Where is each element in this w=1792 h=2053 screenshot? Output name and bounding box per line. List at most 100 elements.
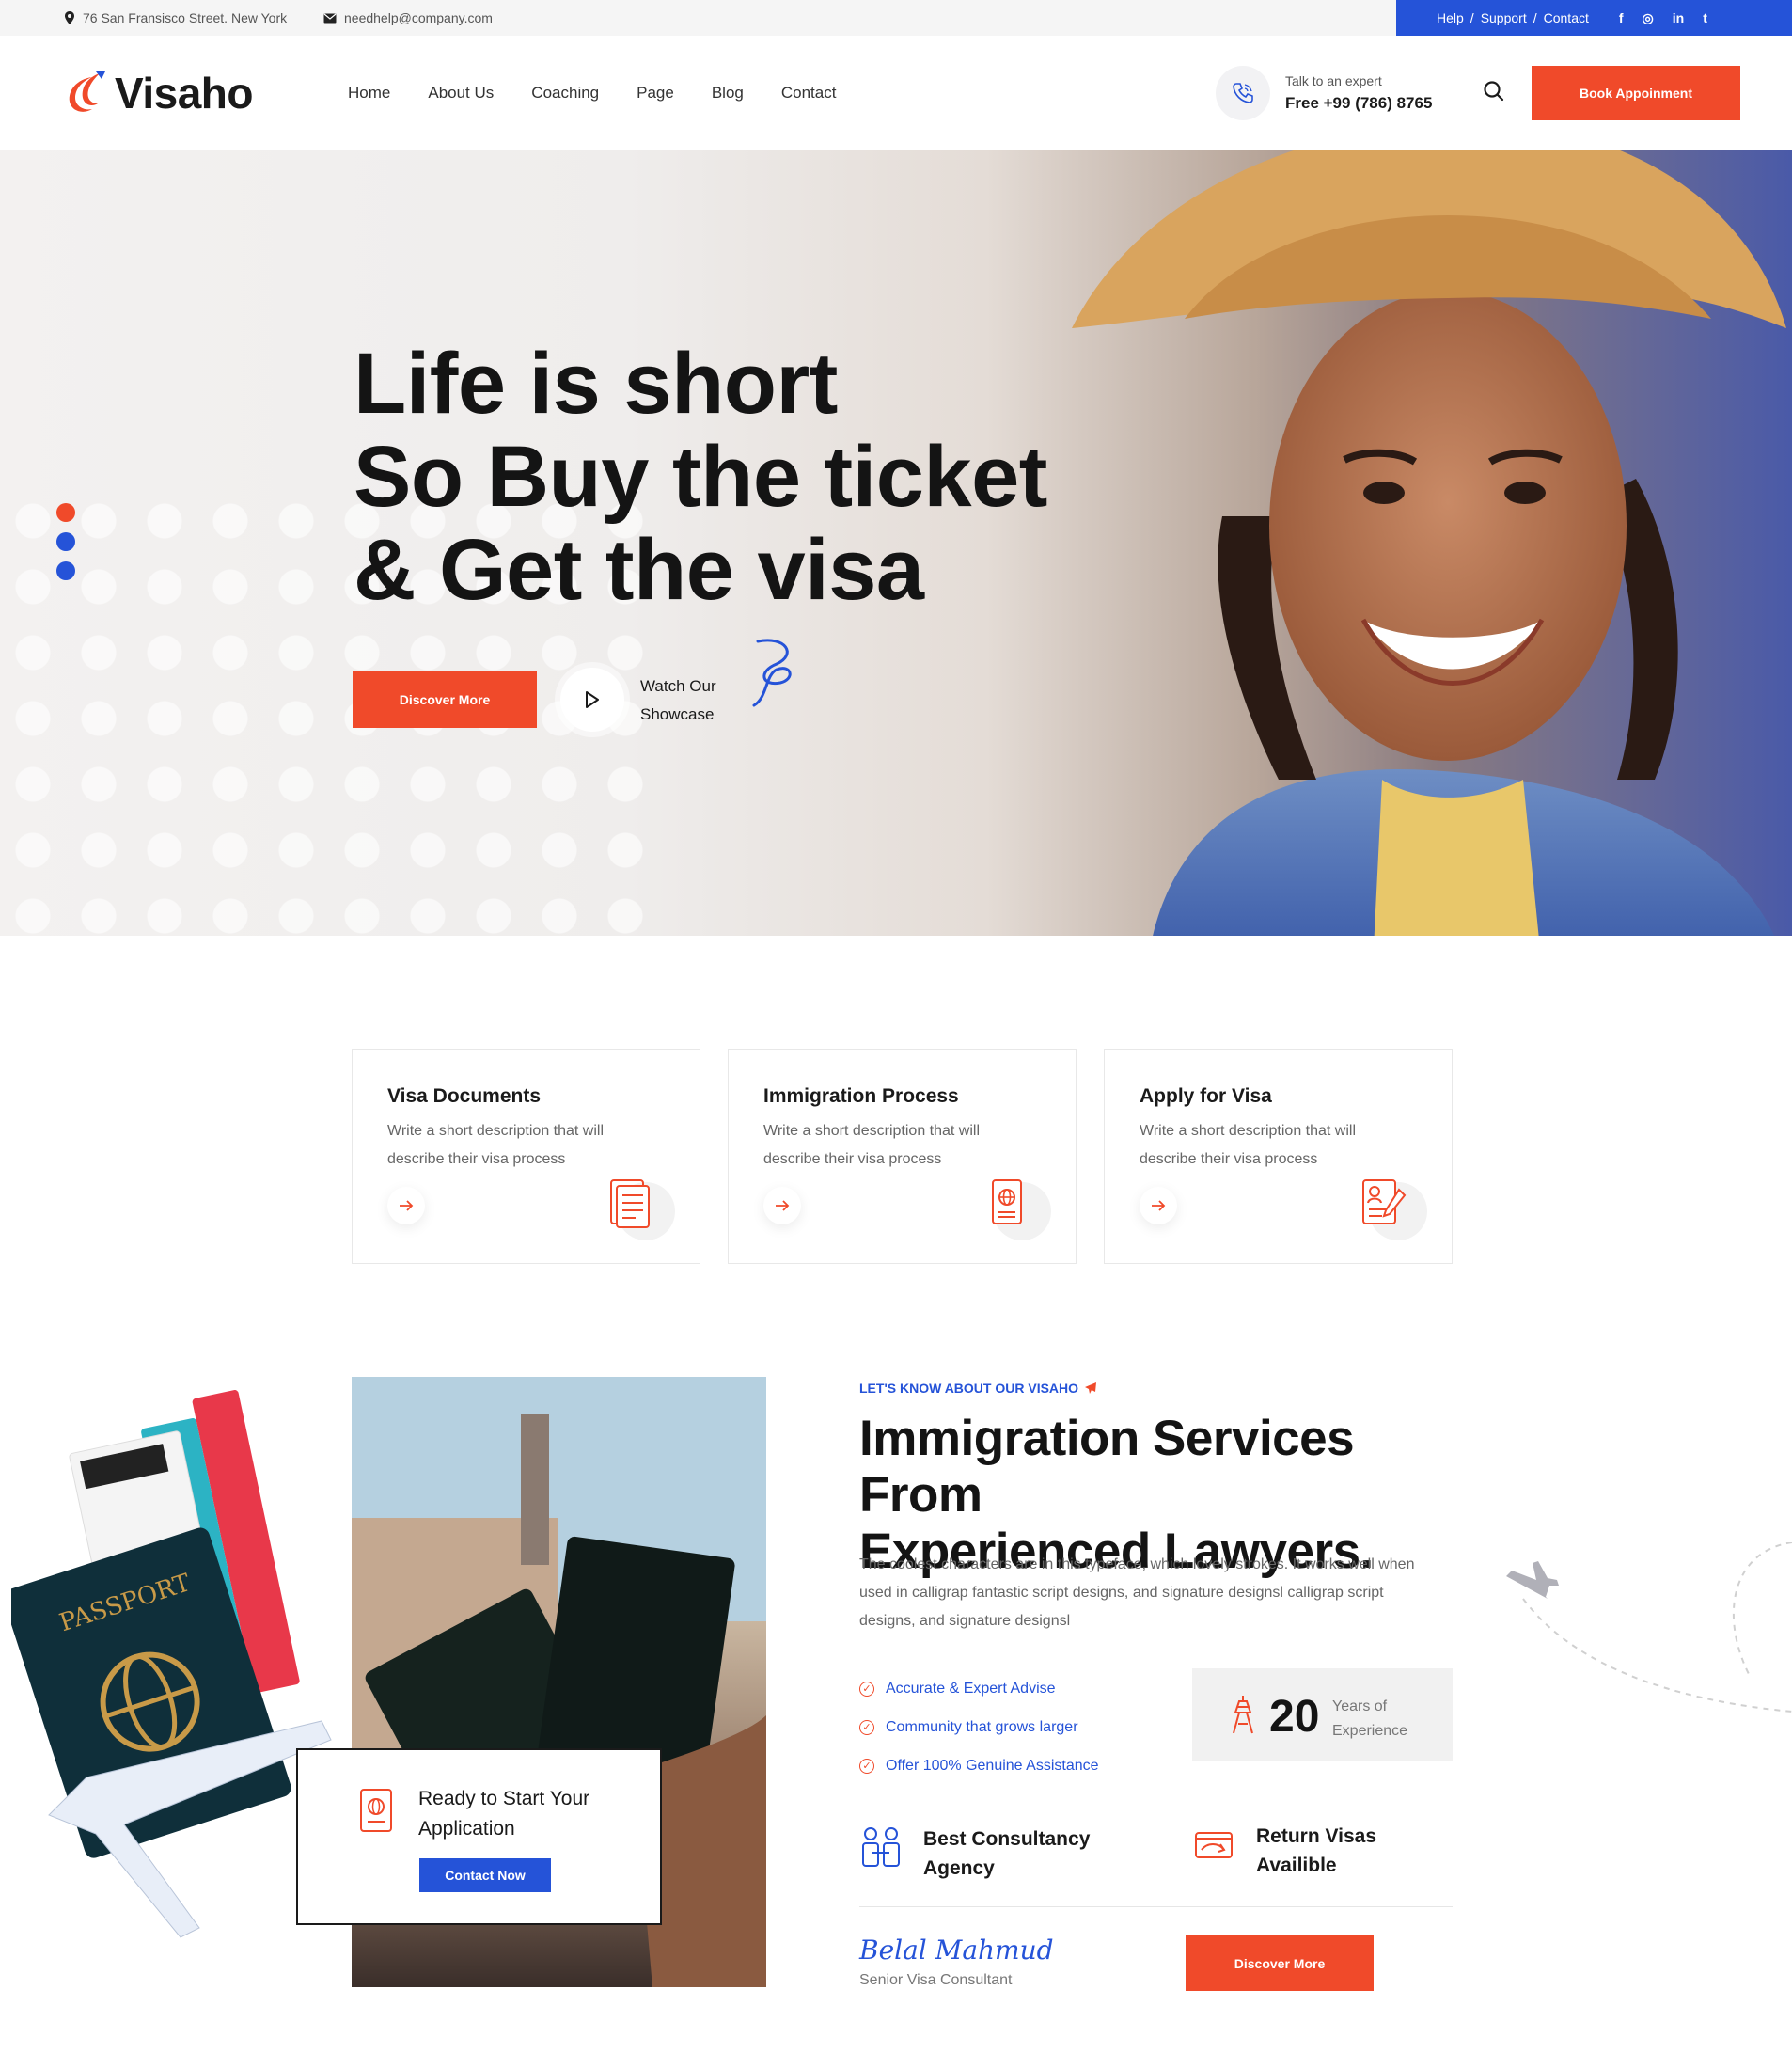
ready-line2: Application <box>418 1818 515 1840</box>
check-text: Accurate & Expert Advise <box>886 1680 1056 1697</box>
book-appointment-button[interactable]: Book Appoinment <box>1532 66 1740 120</box>
expert-text: Talk to an expert Free +99 (786) 8765 <box>1285 73 1432 113</box>
logo-mark-icon <box>69 71 105 112</box>
years-number: 20 <box>1269 1692 1320 1742</box>
card-apply-for-visa[interactable]: Apply for Visa Write a short description… <box>1104 1049 1453 1264</box>
watch-line2: Showcase <box>640 705 715 723</box>
check-text: Community that grows larger <box>886 1718 1078 1735</box>
address-text: 76 San Fransisco Street. New York <box>83 10 288 25</box>
card-desc: Write a short description that will desc… <box>1140 1123 1357 1167</box>
card-arrow-button[interactable] <box>763 1187 801 1224</box>
nav-home[interactable]: Home <box>348 84 390 103</box>
hero-woman-image <box>1072 150 1786 936</box>
social-links: f ◎ in t <box>1619 10 1707 26</box>
top-bar: 76 San Fransisco Street. New York needhe… <box>0 0 1792 36</box>
expert-phone[interactable]: Free +99 (786) 8765 <box>1285 94 1432 113</box>
feature-return-visas: Return Visas Availible <box>1192 1822 1376 1880</box>
check-icon: ✓ <box>859 1681 874 1697</box>
divider <box>859 1906 1453 1907</box>
check-icon: ✓ <box>859 1719 874 1735</box>
arrow-right-icon <box>1152 1200 1166 1211</box>
kicker-text: LET'S KNOW ABOUT OUR VISAHO <box>859 1381 1079 1396</box>
feature-text: Best Consultancy Agency <box>923 1824 1090 1883</box>
check-item: ✓ Offer 100% Genuine Assistance <box>859 1746 1099 1785</box>
feature2-line1: Return Visas <box>1256 1825 1376 1847</box>
check-text: Offer 100% Genuine Assistance <box>886 1757 1099 1774</box>
checklist: ✓ Accurate & Expert Advise ✓ Community t… <box>859 1669 1099 1785</box>
nav-page[interactable]: Page <box>637 84 674 103</box>
help-link[interactable]: Help <box>1437 10 1464 25</box>
slider-dot[interactable] <box>56 561 75 580</box>
email-text[interactable]: needhelp@company.com <box>344 10 493 25</box>
feature-text: Return Visas Availible <box>1256 1822 1376 1880</box>
watch-line1: Watch Our <box>640 677 716 695</box>
application-form-icon <box>1362 1179 1407 1224</box>
passport-icon <box>360 1789 392 1832</box>
talk-to-expert[interactable]: Talk to an expert Free +99 (786) 8765 <box>1216 66 1432 120</box>
card-desc: Write a short description that will desc… <box>763 1123 981 1167</box>
slider-dot[interactable] <box>56 532 75 551</box>
card-arrow-button[interactable] <box>1140 1187 1177 1224</box>
hero-headline-line3: & Get the visa <box>354 522 924 618</box>
check-item: ✓ Community that grows larger <box>859 1708 1099 1746</box>
passport-globe-icon <box>992 1179 1022 1224</box>
watch-showcase-text[interactable]: Watch Our Showcase <box>640 672 716 729</box>
years-line1: Years of <box>1332 1698 1388 1714</box>
phone-icon <box>1233 83 1253 103</box>
nav-coaching[interactable]: Coaching <box>531 84 599 103</box>
hero-headline: Life is short So Buy the ticket & Get th… <box>354 338 1047 617</box>
logo[interactable]: Visaho <box>64 68 254 118</box>
hero-discover-button[interactable]: Discover More <box>353 671 537 728</box>
search-icon[interactable] <box>1482 79 1506 103</box>
arrow-right-icon <box>400 1200 414 1211</box>
section-kicker: LET'S KNOW ABOUT OUR VISAHO <box>859 1381 1097 1396</box>
mail-icon <box>323 13 337 23</box>
contact-link[interactable]: Contact <box>1544 10 1589 25</box>
nav-blog[interactable]: Blog <box>712 84 744 103</box>
check-item: ✓ Accurate & Expert Advise <box>859 1669 1099 1708</box>
feature1-line2: Agency <box>923 1857 995 1879</box>
signature-role: Senior Visa Consultant <box>859 1972 1013 1988</box>
main-nav: Home About Us Coaching Page Blog Contact <box>348 36 873 150</box>
twitter-icon[interactable]: t <box>1703 10 1707 26</box>
hero-headline-line1: Life is short <box>354 336 838 432</box>
main-header: Visaho Home About Us Coaching Page Blog … <box>0 36 1792 150</box>
ready-line1: Ready to Start Your <box>418 1788 590 1809</box>
location-pin-icon <box>65 11 74 24</box>
facebook-icon[interactable]: f <box>1619 10 1624 26</box>
nav-about-us[interactable]: About Us <box>428 84 494 103</box>
feature-best-consultancy: Best Consultancy Agency <box>859 1824 1090 1883</box>
email-info[interactable]: needhelp@company.com <box>323 0 493 36</box>
tower-icon <box>1233 1696 1253 1734</box>
hero-headline-line2: So Buy the ticket <box>354 429 1047 525</box>
contact-now-button[interactable]: Contact Now <box>419 1858 551 1892</box>
hero-section: Life is short So Buy the ticket & Get th… <box>0 150 1792 936</box>
linkedin-icon[interactable]: in <box>1673 10 1684 26</box>
instagram-icon[interactable]: ◎ <box>1643 10 1654 26</box>
ready-text: Ready to Start Your Application <box>418 1784 635 1844</box>
support-link[interactable]: Support <box>1481 10 1527 25</box>
arrow-right-icon <box>776 1200 790 1211</box>
return-visa-icon <box>1195 1832 1233 1858</box>
about-paragraph: The coolest characters are in this typef… <box>859 1556 1415 1629</box>
card-title: Visa Documents <box>387 1085 542 1107</box>
play-video-button[interactable] <box>560 668 624 732</box>
feature2-line2: Availible <box>1256 1855 1337 1876</box>
card-title: Immigration Process <box>763 1085 959 1107</box>
separator: / <box>1533 10 1537 25</box>
documents-icon <box>610 1179 650 1228</box>
card-immigration-process[interactable]: Immigration Process Write a short descri… <box>728 1049 1077 1264</box>
nav-contact[interactable]: Contact <box>781 84 837 103</box>
about-heading-line1: Immigration Services From <box>859 1411 1355 1523</box>
check-icon: ✓ <box>859 1758 874 1774</box>
card-arrow-button[interactable] <box>387 1187 425 1224</box>
dashed-flight-path-icon <box>1506 1542 1792 1713</box>
slider-dot-active[interactable] <box>56 503 75 522</box>
separator: / <box>1470 10 1474 25</box>
about-discover-button[interactable]: Discover More <box>1186 1935 1374 1991</box>
top-bar-right: Help / Support / Contact f ◎ in t <box>1396 0 1792 36</box>
consultancy-icon <box>862 1827 900 1867</box>
slider-dots <box>56 503 75 580</box>
card-visa-documents[interactable]: Visa Documents Write a short description… <box>352 1049 700 1264</box>
ready-application-box: Ready to Start Your Application Contact … <box>296 1748 662 1925</box>
